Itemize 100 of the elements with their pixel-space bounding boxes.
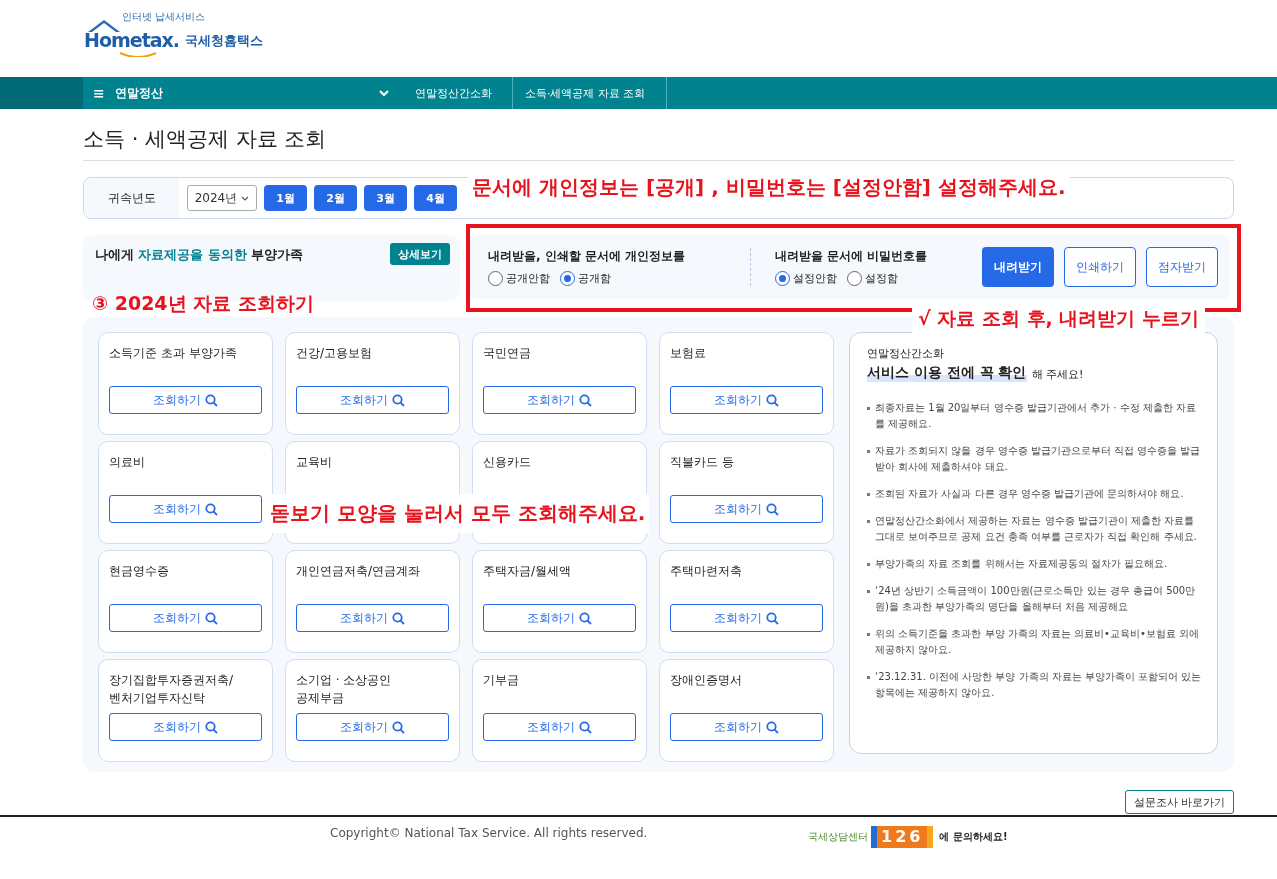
search-icon <box>579 720 592 734</box>
chevron-down-icon <box>379 89 389 97</box>
search-button[interactable]: 조회하기 <box>109 713 262 741</box>
card-title: 교육비 <box>296 454 333 471</box>
search-button[interactable]: 조회하기 <box>109 386 262 414</box>
search-button[interactable]: 조회하기 <box>296 713 449 741</box>
survey-button[interactable]: 설문조사 바로가기 <box>1124 790 1234 814</box>
bullet-icon <box>867 563 870 566</box>
notice-item: 부양가족의 자료 조회를 위해서는 자료제공동의 절차가 필요해요. <box>875 557 1168 571</box>
search-icon <box>766 611 779 625</box>
card-title: 장기집합투자증권저축/ 벤처기업투자신탁 <box>109 672 235 707</box>
search-icon <box>766 720 779 734</box>
radio-option[interactable]: 공개안함 <box>488 271 550 286</box>
search-icon <box>579 393 592 407</box>
search-button[interactable]: 조회하기 <box>670 495 823 523</box>
radio-option[interactable]: 설정함 <box>847 271 898 286</box>
year-select[interactable]: 2024년 <box>187 185 257 211</box>
bullet-icon <box>867 520 870 523</box>
card-title: 주택자금/월세액 <box>483 563 573 580</box>
month-button[interactable]: 4월 <box>414 185 457 211</box>
consent-text: 나에게 자료제공을 동의한 부양가족 <box>95 246 304 264</box>
chevron-down-icon <box>241 195 250 201</box>
search-button[interactable]: 조회하기 <box>296 604 449 632</box>
card-title: 장애인증명서 <box>670 672 743 689</box>
breadcrumb-link[interactable]: 소득·세액공제 자료 조회 <box>513 77 667 109</box>
notice-item: 자료가 조회되지 않을 경우 영수증 발급기관으로부터 직접 영수증을 발급받아 회사에 제출하셔야 돼요. <box>875 444 1202 474</box>
download-button[interactable]: 내려받기 <box>982 247 1054 287</box>
search-icon <box>392 720 405 734</box>
card-title: 주택마련저축 <box>670 563 743 580</box>
logo-tagline: 인터넷 납세서비스 <box>122 11 206 22</box>
search-button[interactable]: 조회하기 <box>483 713 636 741</box>
card-title: 직불카드 등 <box>670 454 735 471</box>
option-label: 내려받을 문서에 비밀번호를 <box>775 248 929 265</box>
card-title: 보험료 <box>670 345 707 362</box>
radio-option[interactable]: 공개함 <box>560 271 611 286</box>
call-center-number: 126 <box>871 826 934 848</box>
search-icon <box>205 393 218 407</box>
notice-item: 최종자료는 1월 20일부터 영수증 발급기관에서 추가 · 수정 제출한 자료를 제공해요. <box>875 401 1197 431</box>
logo-name: 국세청홈택스 <box>185 32 263 50</box>
search-button[interactable]: 조회하기 <box>109 604 262 632</box>
card-title: 건강/고용보험 <box>296 345 374 362</box>
search-button[interactable]: 조회하기 <box>670 604 823 632</box>
notice-item: ‘24년 상반기 소득금액이 100만원(근로소득만 있는 경우 총급여 500만원)을 초과한 부양가족의 명단을 올해부터 처음 제공해요 <box>875 584 1197 614</box>
copyright-text: Copyright© National Tax Service. All rights reserved. <box>330 826 649 840</box>
notice-heading: 서비스 이용 전에 꼭 확인 <box>867 364 1027 382</box>
roof-icon <box>86 18 122 33</box>
search-icon <box>579 611 592 625</box>
smile-icon <box>118 51 158 57</box>
menu-label: 연말정산 <box>114 84 164 102</box>
search-icon <box>205 611 218 625</box>
bullet-icon <box>867 450 870 453</box>
radio-button[interactable] <box>488 271 503 286</box>
card-title: 현금영수증 <box>109 563 170 580</box>
details-button[interactable]: 상세보기 <box>390 243 450 265</box>
search-button[interactable]: 조회하기 <box>670 386 823 414</box>
search-icon <box>205 720 218 734</box>
menu-icon[interactable]: ≡ <box>93 85 105 101</box>
search-icon <box>766 393 779 407</box>
bullet-icon <box>867 493 870 496</box>
radio-option[interactable]: 설정안함 <box>775 271 837 286</box>
card-title: 기부금 <box>483 672 520 689</box>
search-icon <box>392 611 405 625</box>
page-title: 소득 · 세액공제 자료 조회 <box>83 109 1234 161</box>
search-button[interactable]: 조회하기 <box>670 713 823 741</box>
notice-item: 위의 소득기준을 초과한 부양 가족의 자료는 의료비•교육비•보험료 외에 제공하지 않아요. <box>875 627 1201 657</box>
bullet-icon <box>867 676 870 679</box>
notice-item: ‘23.12.31. 이전에 사망한 부양 가족의 자료는 부양가족이 포함되어 있는 항목에는 제공하지 않아요. <box>875 670 1203 700</box>
action-button[interactable]: 인쇄하기 <box>1064 247 1136 287</box>
search-icon <box>392 393 405 407</box>
bullet-icon <box>867 407 870 410</box>
month-button[interactable]: 2월 <box>314 185 357 211</box>
card-title: 의료비 <box>109 454 146 471</box>
menu-dropdown[interactable]: ≡ 연말정산 <box>83 77 403 109</box>
year-label: 귀속년도 <box>84 178 179 218</box>
option-label: 내려받을, 인쇄할 문서에 개인정보를 <box>488 248 687 265</box>
annotation-text: ③ 2024년 자료 조회하기 <box>91 291 315 316</box>
card-title: 소득기준 초과 부양가족 <box>109 345 238 362</box>
radio-button[interactable] <box>560 271 575 286</box>
search-button[interactable]: 조회하기 <box>296 386 449 414</box>
month-button[interactable]: 3월 <box>364 185 407 211</box>
search-icon <box>205 502 218 516</box>
notice-item: 연말정산간소화에서 제공하는 자료는 영수증 발급기관이 제출한 자료를 그대로 보여주므로 공제 요건 충족 여부를 근로자가 직접 확인해 주세요. <box>875 514 1198 544</box>
search-icon <box>766 502 779 516</box>
breadcrumb-link[interactable]: 연말정산간소화 <box>403 77 513 109</box>
logo-wordmark: Hometax. <box>84 29 179 51</box>
notice-item: 조회된 자료가 사실과 다른 경우 영수증 발급기관에 문의하셔야 해요. <box>875 487 1184 501</box>
search-button[interactable]: 조회하기 <box>483 386 636 414</box>
search-button[interactable]: 조회하기 <box>109 495 262 523</box>
notice-heading-suffix: 해 주세요! <box>1031 367 1084 382</box>
call-center-name: 국세상담센터 <box>808 830 868 844</box>
notice-label: 연말정산간소화 <box>867 346 945 361</box>
radio-button[interactable] <box>775 271 790 286</box>
search-button[interactable]: 조회하기 <box>483 604 636 632</box>
month-button[interactable]: 1월 <box>264 185 307 211</box>
bullet-icon <box>867 633 870 636</box>
action-button[interactable]: 점자받기 <box>1146 247 1218 287</box>
card-title: 개인연금저축/연금계좌 <box>296 563 422 580</box>
call-center-text: 에 문의하세요! <box>939 830 1008 844</box>
card-title: 신용카드 <box>483 454 532 471</box>
radio-button[interactable] <box>847 271 862 286</box>
